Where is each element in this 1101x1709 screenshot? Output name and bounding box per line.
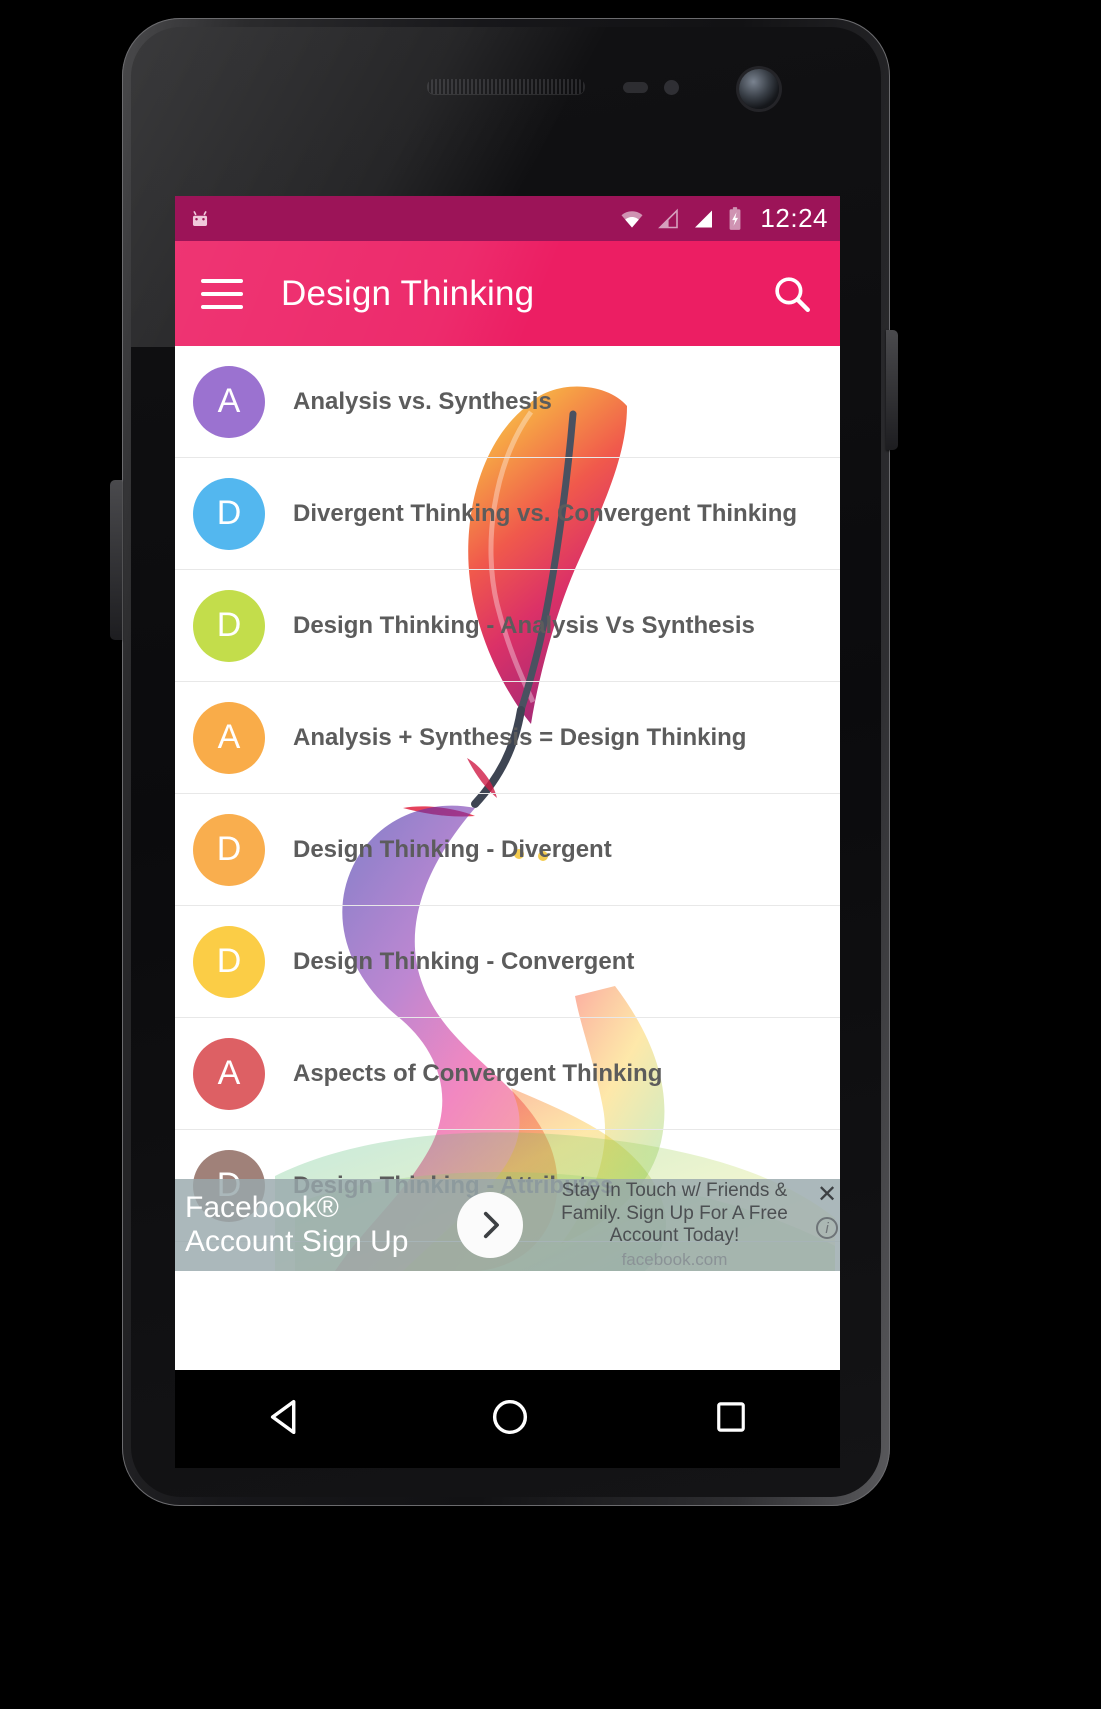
search-icon[interactable]: [770, 272, 814, 316]
android-robot-icon: [192, 210, 208, 226]
content-area: A Analysis vs. Synthesis D Divergent Thi…: [175, 346, 840, 1271]
ad-body-text-wrap: Stay In Touch w/ Friends & Family. Sign …: [535, 1180, 840, 1269]
avatar: D: [193, 813, 265, 886]
list-item[interactable]: D Design Thinking - Divergent: [175, 794, 840, 906]
ad-body-text: Stay In Touch w/ Friends & Family. Sign …: [561, 1180, 788, 1247]
phone-screen: 12:24 Design Thinking A Analysis vs. Syn…: [175, 196, 840, 1370]
screenshot-stage: 12:24 Design Thinking A Analysis vs. Syn…: [0, 0, 1101, 1709]
ad-info-icon[interactable]: i: [816, 1217, 838, 1239]
power-button[interactable]: [886, 330, 898, 450]
chevron-right-icon[interactable]: [457, 1192, 523, 1258]
ad-banner[interactable]: Facebook® Account Sign Up Stay In Touch …: [175, 1179, 840, 1271]
front-camera: [739, 69, 779, 109]
avatar: A: [193, 1037, 265, 1110]
signal-full-icon: [695, 210, 713, 227]
list-item[interactable]: D Design Thinking - Analysis Vs Synthesi…: [175, 570, 840, 682]
avatar: D: [193, 925, 265, 998]
home-circle-icon[interactable]: [487, 1394, 533, 1445]
status-bar-clock: 12:24: [760, 203, 828, 233]
signal-empty-icon: [658, 208, 679, 228]
app-bar: Design Thinking: [175, 241, 840, 346]
list-item-label: Design Thinking - Analysis Vs Synthesis: [293, 611, 755, 639]
status-bar-system-icons: 12:24: [618, 203, 828, 234]
light-sensor-icon: [664, 80, 679, 95]
earpiece-speaker: [427, 79, 585, 94]
list-item[interactable]: D Design Thinking - Convergent: [175, 906, 840, 1018]
list-item-label: Design Thinking - Divergent: [293, 835, 612, 863]
ad-headline: Facebook® Account Sign Up: [185, 1191, 409, 1258]
list-item-label: Analysis + Synthesis = Design Thinking: [293, 723, 747, 751]
list-item[interactable]: D Divergent Thinking vs. Convergent Thin…: [175, 458, 840, 570]
list-item-label: Design Thinking - Convergent: [293, 947, 635, 975]
avatar: A: [193, 701, 265, 774]
avatar: D: [193, 589, 265, 662]
ad-controls: ✕ i: [816, 1183, 838, 1239]
ad-url: facebook.com: [621, 1249, 728, 1269]
status-bar-notifications: [187, 206, 213, 232]
avatar: D: [193, 477, 265, 550]
list-item-label: Analysis vs. Synthesis: [293, 387, 552, 415]
page-title: Design Thinking: [281, 273, 535, 313]
list-item[interactable]: A Aspects of Convergent Thinking: [175, 1018, 840, 1130]
recents-square-icon[interactable]: [710, 1396, 752, 1443]
avatar: A: [193, 365, 265, 438]
status-bar: 12:24: [175, 196, 840, 241]
list-item[interactable]: A Analysis + Synthesis = Design Thinking: [175, 682, 840, 794]
battery-charging-icon: [730, 206, 741, 230]
system-navigation-bar: [175, 1370, 840, 1468]
list-item[interactable]: A Analysis vs. Synthesis: [175, 346, 840, 458]
volume-button[interactable]: [110, 480, 122, 640]
close-icon[interactable]: ✕: [817, 1183, 837, 1207]
back-triangle-icon[interactable]: [264, 1394, 310, 1445]
proximity-sensor-icon: [623, 82, 648, 93]
wifi-icon: [621, 210, 643, 227]
article-list: A Analysis vs. Synthesis D Divergent Thi…: [175, 346, 840, 1242]
list-item-label: Aspects of Convergent Thinking: [293, 1059, 663, 1087]
hamburger-menu-icon[interactable]: [201, 278, 243, 309]
list-item-label: Divergent Thinking vs. Convergent Thinki…: [293, 499, 798, 527]
